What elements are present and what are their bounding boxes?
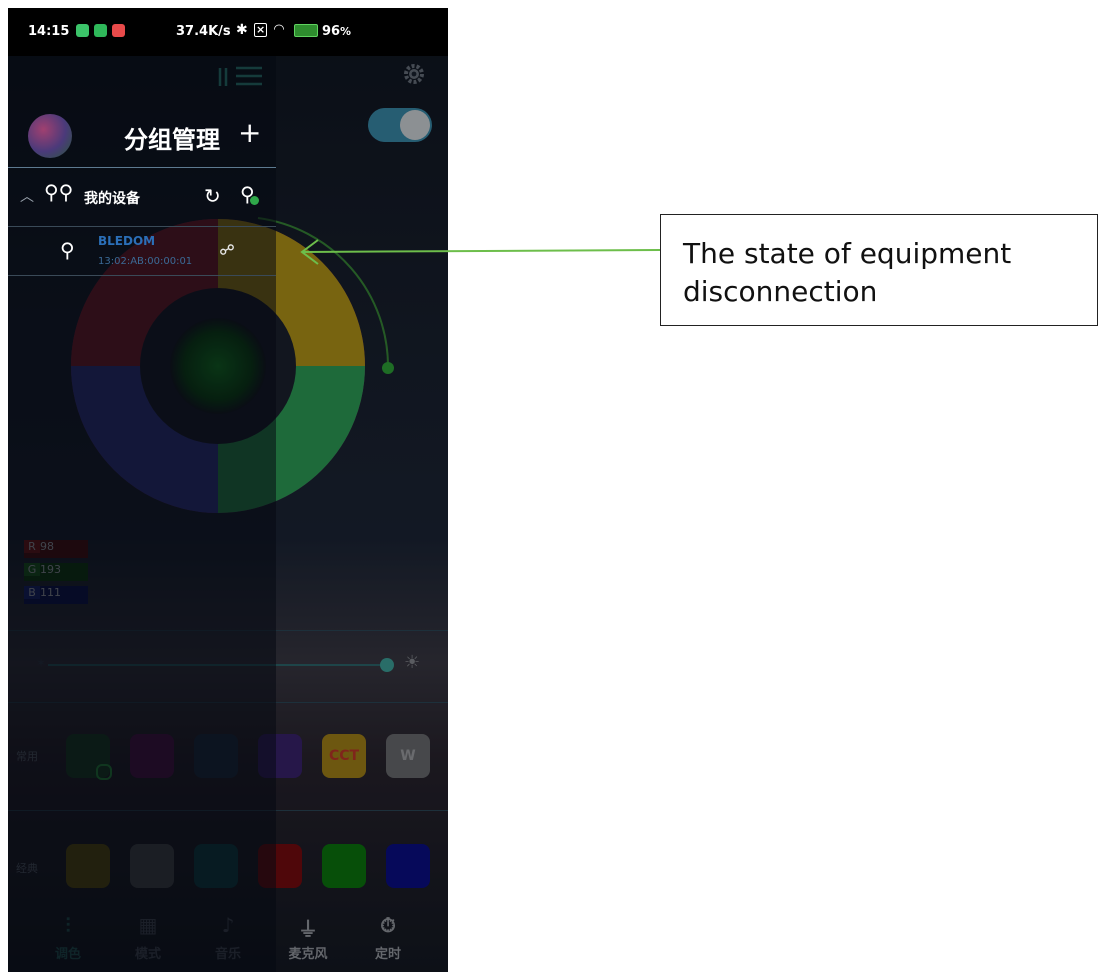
annotation-text: The state of equipment disconnection: [683, 237, 1012, 308]
annotation-box: The state of equipment disconnection: [660, 214, 1098, 326]
callout-arrow: [300, 239, 661, 265]
